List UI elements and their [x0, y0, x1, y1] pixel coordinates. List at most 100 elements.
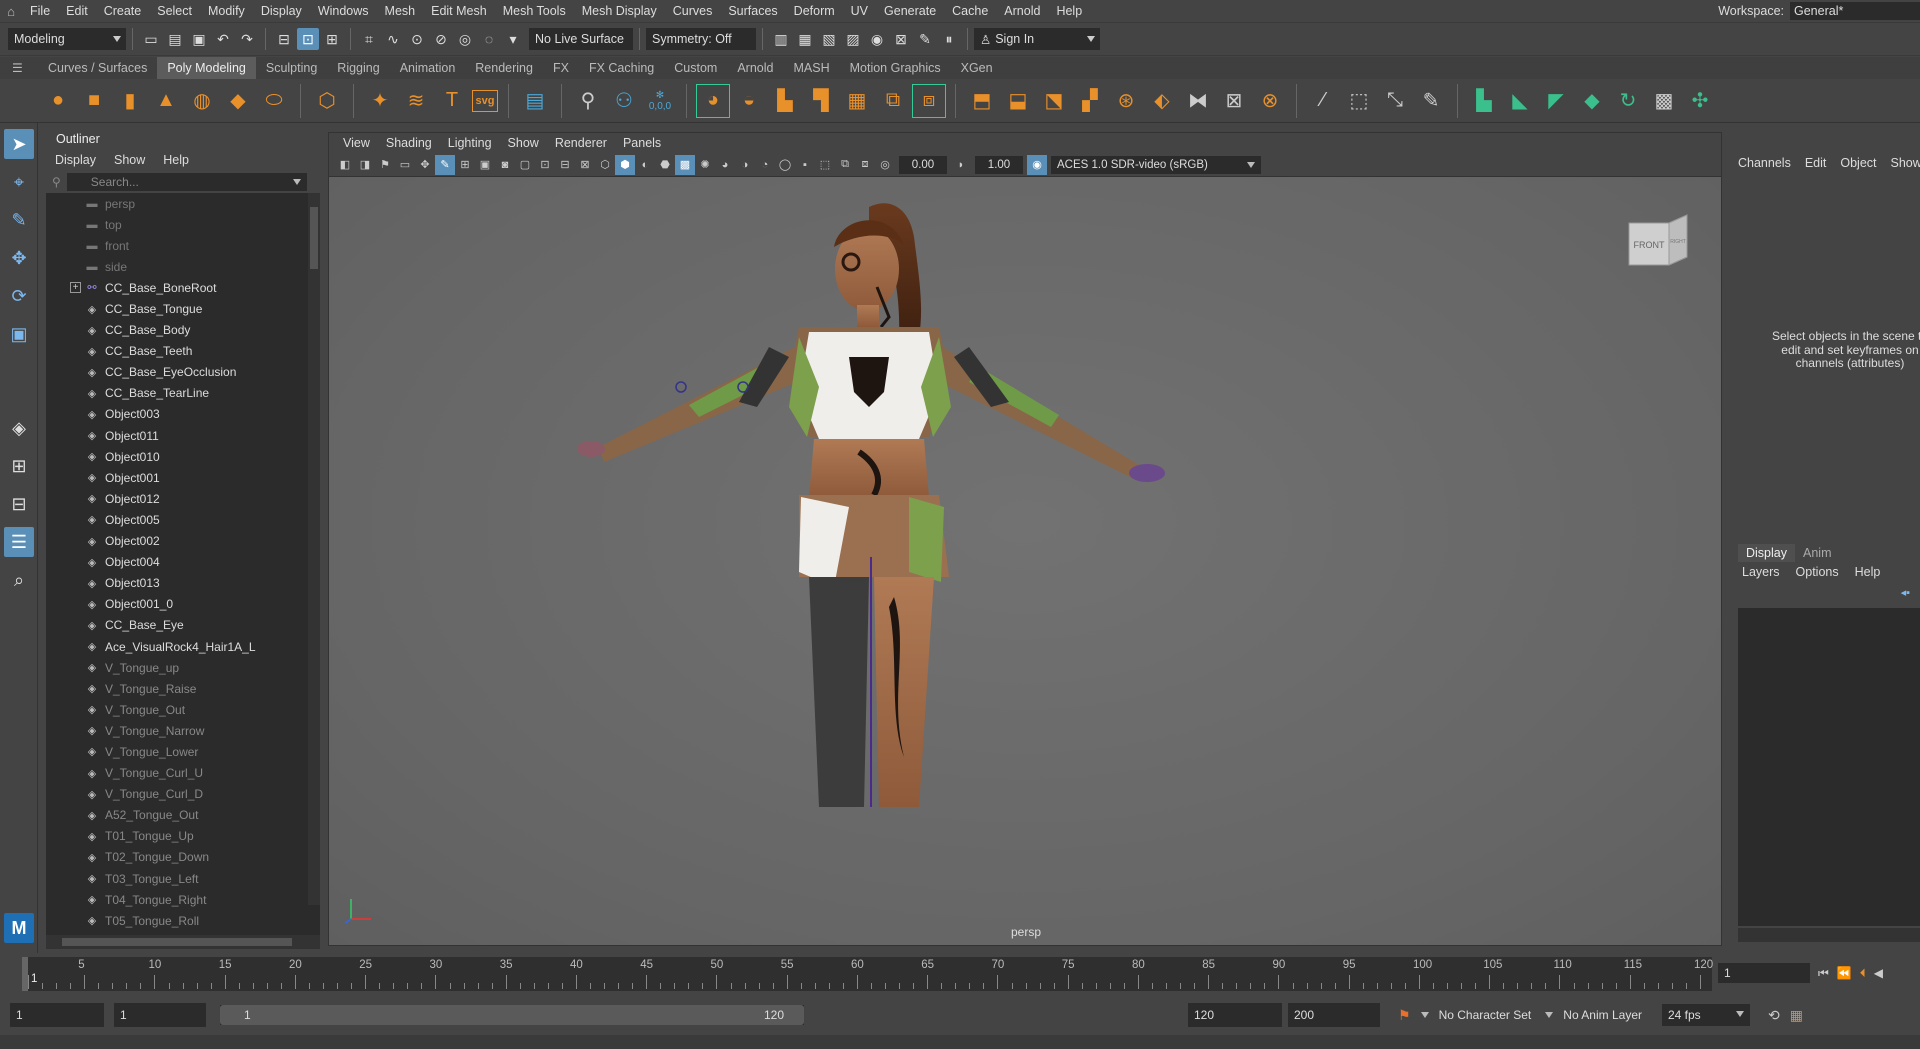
soft-edge-icon[interactable]: ⁄ — [1307, 85, 1339, 117]
textured-icon[interactable]: ⬣ — [655, 155, 675, 175]
home-icon[interactable]: ⌂ — [0, 0, 22, 22]
layer-menu-options[interactable]: Options — [1796, 565, 1839, 579]
outliner-menu-help[interactable]: Help — [154, 153, 198, 167]
outliner-item[interactable]: ◈ Object012 — [46, 488, 320, 509]
symmetry-dropdown[interactable]: Symmetry: Off — [646, 28, 756, 50]
sweep-mesh-icon[interactable]: ≋ — [400, 85, 432, 117]
bevel-icon[interactable]: ⬓ — [1002, 85, 1034, 117]
outliner-item[interactable]: ▬ front — [46, 235, 320, 256]
command-line[interactable] — [0, 1035, 1920, 1049]
smooth-shade-icon[interactable]: ⬢ — [615, 154, 635, 175]
play-backwards-icon[interactable]: ◀ — [1874, 966, 1883, 980]
gate-mask-icon[interactable]: ▢ — [515, 155, 535, 175]
viewport-canvas[interactable]: FRONT RIGHT persp — [329, 177, 1721, 945]
outliner-item[interactable]: ◈ CC_Base_Teeth — [46, 341, 320, 362]
snap-grid-icon[interactable]: ⌗ — [358, 28, 380, 50]
anim-end-field[interactable]: 200 — [1288, 1003, 1380, 1027]
character-set-dropdown[interactable]: No Character Set — [1415, 1003, 1540, 1027]
playback-end-field[interactable]: 120 — [1188, 1003, 1282, 1027]
outliner-item[interactable]: ▬ side — [46, 256, 320, 277]
outliner-item[interactable]: ◈ V_Tongue_Raise — [46, 678, 320, 699]
shelf-tab-custom[interactable]: Custom — [664, 57, 727, 79]
motion-blur-icon[interactable]: ◑ — [735, 155, 755, 175]
paint-select-icon[interactable]: ✎ — [4, 205, 34, 235]
xray-joints-icon[interactable]: ⧉ — [835, 155, 855, 175]
layer-hscroll[interactable] — [1738, 928, 1920, 942]
target-weld-icon[interactable]: ⧓ — [1182, 85, 1214, 117]
undo-icon[interactable]: ↶ — [212, 28, 234, 50]
time-slider-track[interactable]: 1 5 10 15 20 25 30 35 40 45 50 55 60 65 70 75 80 85 90 95 10… — [22, 957, 1713, 991]
outliner-item[interactable]: ◈ V_Tongue_Curl_D — [46, 784, 320, 805]
snap-together-icon[interactable]: ⚇ — [608, 85, 640, 117]
outliner-item[interactable]: ◈ V_Tongue_Lower — [46, 741, 320, 762]
text-tool-icon[interactable]: T — [436, 85, 468, 117]
mirror-icon[interactable]: ⧉ — [877, 85, 909, 117]
shelf-tab-curves-surfaces[interactable]: Curves / Surfaces — [38, 57, 157, 79]
poly-torus-icon[interactable]: ◍ — [186, 85, 218, 117]
viewport-menu-renderer[interactable]: Renderer — [547, 136, 615, 150]
menu-surfaces[interactable]: Surfaces — [720, 0, 785, 22]
menuset-dropdown[interactable]: Modeling — [8, 28, 126, 50]
isolate-select-icon[interactable]: ▪ — [795, 155, 815, 175]
xray-icon[interactable]: ⬚ — [815, 155, 835, 175]
search-icon[interactable]: ⌕ — [4, 565, 34, 595]
shelf-tab-arnold[interactable]: Arnold — [727, 57, 783, 79]
outliner-item[interactable]: ◈ A52_Tongue_Out — [46, 805, 320, 826]
step-back-key-icon[interactable]: ⏴ — [1860, 966, 1866, 981]
outliner-hscroll[interactable] — [46, 935, 320, 949]
outliner-item[interactable]: ◈ Object005 — [46, 509, 320, 530]
outliner-item[interactable]: ◈ CC_Base_Eye — [46, 615, 320, 636]
outliner-menu-display[interactable]: Display — [46, 153, 105, 167]
outliner-item[interactable]: ▬ persp — [46, 193, 320, 214]
menu-generate[interactable]: Generate — [876, 0, 944, 22]
select-object-icon[interactable]: ⊡ — [297, 28, 319, 50]
viewport-menu-view[interactable]: View — [335, 136, 378, 150]
menu-arnold[interactable]: Arnold — [996, 0, 1048, 22]
render-settings-icon[interactable]: ▨ — [842, 28, 864, 50]
camera-attr-icon[interactable]: ◨ — [355, 155, 375, 175]
render-view-icon[interactable]: ⊠ — [890, 28, 912, 50]
film-gate-icon[interactable]: ▣ — [475, 155, 495, 175]
2d-pan-icon[interactable]: ✥ — [415, 155, 435, 175]
spherical-map-icon[interactable]: ◆ — [1576, 85, 1608, 117]
xray-active-icon[interactable]: ⧈ — [855, 155, 875, 175]
exposure-field[interactable]: 0.00 — [899, 155, 947, 174]
outliner-search-input[interactable]: Search... — [66, 173, 307, 191]
viewport-menu-shading[interactable]: Shading — [378, 136, 440, 150]
auto-map-icon[interactable]: ↻ — [1612, 85, 1644, 117]
shadows-icon[interactable]: ✺ — [695, 155, 715, 175]
filter-icon[interactable]: ⚲ — [52, 175, 61, 189]
shelf-tab-poly-modeling[interactable]: Poly Modeling — [157, 57, 256, 79]
resolution-gate-icon[interactable]: ◙ — [495, 155, 515, 175]
bookmark-icon[interactable]: ⚑ — [375, 155, 395, 175]
loop-icon[interactable]: ⟲ — [1768, 1007, 1780, 1024]
extract-icon[interactable]: ▜ — [805, 85, 837, 117]
step-back-icon[interactable]: ⏪ — [1837, 966, 1852, 980]
color-management-icon[interactable]: ◉ — [1027, 154, 1047, 175]
combine-icon[interactable]: ◒ — [733, 85, 765, 117]
safe-action-icon[interactable]: ⊟ — [555, 155, 575, 175]
outliner-item[interactable]: ◈ Object002 — [46, 531, 320, 552]
anim-layer-dropdown[interactable]: No Anim Layer — [1539, 1003, 1650, 1027]
go-to-start-icon[interactable]: ⏮ — [1818, 966, 1829, 981]
outliner-vscroll[interactable] — [308, 193, 320, 905]
outliner-item[interactable]: ◈ Object001_0 — [46, 594, 320, 615]
outliner-item[interactable]: ◈ V_Tongue_Curl_U — [46, 763, 320, 784]
menu-select[interactable]: Select — [149, 0, 200, 22]
menu-edit[interactable]: Edit — [58, 0, 96, 22]
channel-menu-edit[interactable]: Edit — [1805, 156, 1835, 170]
snap-menu-icon[interactable]: ▾ — [502, 28, 524, 50]
outliner-vscroll-thumb[interactable] — [310, 207, 318, 269]
history-icon[interactable]: ▥ — [770, 28, 792, 50]
poly-disc-icon[interactable]: ⬭ — [258, 85, 290, 117]
exposure-icon[interactable]: ◎ — [875, 155, 895, 175]
outliner-item[interactable]: + ⚯ CC_Base_BoneRoot — [46, 277, 320, 298]
layer-tab-display[interactable]: Display — [1738, 544, 1795, 562]
select-tool-icon[interactable]: ➤ — [4, 129, 34, 159]
uv-snapshot-icon[interactable]: ✣ — [1684, 85, 1716, 117]
shelf-tab-animation[interactable]: Animation — [390, 57, 466, 79]
shelf-tab-sculpting[interactable]: Sculpting — [256, 57, 327, 79]
shelf-options-icon[interactable]: ☰ — [12, 61, 23, 75]
viewport-menu-show[interactable]: Show — [500, 136, 547, 150]
channel-menu-show[interactable]: Show — [1891, 156, 1920, 170]
